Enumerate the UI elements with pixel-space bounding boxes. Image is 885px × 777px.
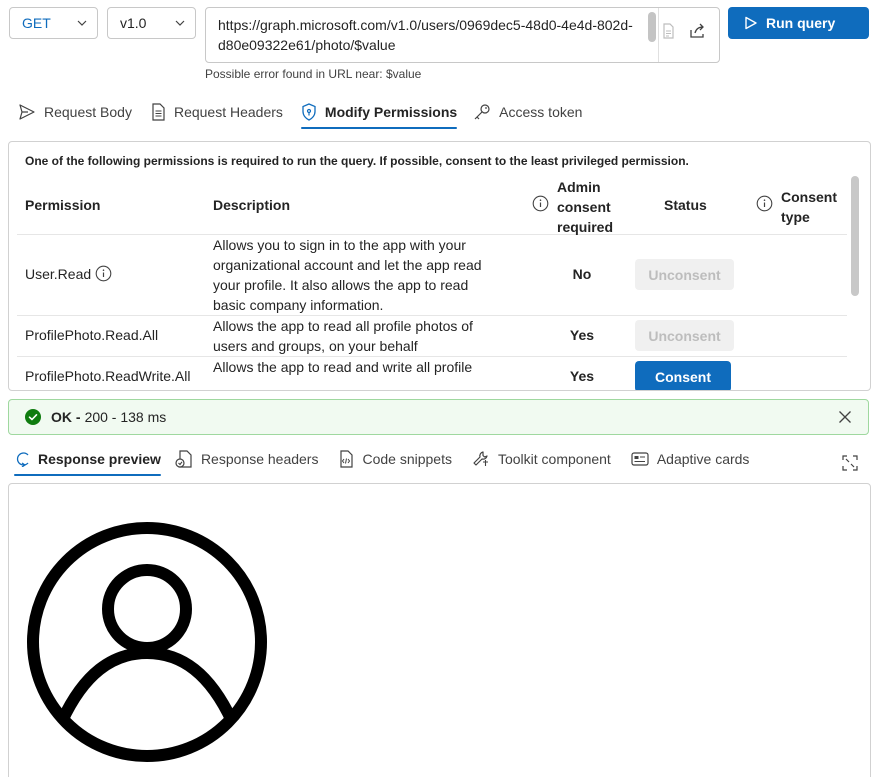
header-admin-consent: Admin consent required — [557, 177, 613, 237]
response-preview-pane — [8, 483, 871, 777]
url-input[interactable]: https://graph.microsoft.com/v1.0/users/0… — [205, 7, 720, 63]
info-icon[interactable] — [532, 195, 549, 212]
document-icon — [152, 103, 165, 121]
permission-name-cell: ProfilePhoto.ReadWrite.All — [25, 368, 190, 384]
run-query-button[interactable]: Run query — [728, 7, 869, 39]
tab-request-body[interactable]: Request Body — [18, 97, 132, 127]
admin-consent-value: No — [572, 266, 592, 282]
permissions-table-header: Permission Description Admin consent req… — [17, 175, 847, 235]
tab-label: Adaptive cards — [656, 451, 750, 467]
status-detail: 200 - 138 ms — [84, 409, 167, 425]
status-ok-label: OK - — [51, 409, 81, 425]
send-icon — [19, 104, 35, 120]
unconsent-button[interactable]: Unconsent — [635, 320, 734, 351]
admin-consent-value: Yes — [569, 327, 595, 343]
preview-icon — [16, 452, 29, 467]
tab-label: Request Body — [44, 104, 132, 120]
header-permission: Permission — [25, 197, 101, 213]
tab-access-token[interactable]: Access token — [473, 97, 582, 127]
http-method-value: GET — [22, 15, 51, 31]
run-query-label: Run query — [766, 15, 836, 31]
info-icon[interactable] — [95, 265, 112, 282]
header-status: Status — [664, 197, 707, 213]
header-consent-line: Consent — [781, 189, 837, 205]
request-tabs: Request Body Request Headers Modify Perm… — [18, 97, 582, 129]
header-admin-line: consent — [557, 199, 611, 215]
permission-description: Allows you to sign in to the app with yo… — [213, 237, 482, 313]
share-icon[interactable] — [687, 21, 707, 41]
close-icon[interactable] — [838, 410, 852, 424]
tab-label: Modify Permissions — [324, 104, 458, 120]
header-consent-type: Consent type — [781, 187, 837, 227]
header-description: Description — [213, 197, 291, 213]
tab-response-preview[interactable]: Response preview — [14, 444, 161, 476]
header-consent-line: type — [781, 209, 810, 225]
code-icon — [340, 450, 354, 468]
key-icon — [474, 104, 490, 120]
http-method-select[interactable]: GET — [9, 7, 98, 39]
unconsent-button[interactable]: Unconsent — [635, 259, 734, 290]
tab-toolkit-component[interactable]: Toolkit component — [472, 444, 611, 474]
tab-request-headers[interactable]: Request Headers — [150, 97, 283, 127]
permission-row: ProfilePhoto.ReadWrite.All Allows the ap… — [17, 357, 847, 390]
tab-label: Toolkit component — [497, 451, 611, 467]
tab-label: Code snippets — [362, 451, 452, 467]
shield-icon — [302, 103, 316, 121]
expand-icon[interactable] — [842, 455, 858, 471]
admin-consent-value: Yes — [569, 368, 595, 384]
response-tabs: Response preview Response headers Code s… — [14, 444, 750, 476]
consent-button[interactable]: Consent — [635, 361, 731, 390]
permissions-note: One of the following permissions is requ… — [25, 154, 689, 168]
version-select[interactable]: v1.0 — [107, 7, 196, 39]
permission-name: ProfilePhoto.Read.All — [25, 327, 159, 343]
version-value: v1.0 — [120, 15, 147, 31]
permission-name-cell: ProfilePhoto.Read.All — [25, 327, 158, 343]
permission-name: User.Read — [25, 265, 92, 282]
info-icon[interactable] — [756, 195, 773, 212]
success-check-icon — [25, 409, 41, 425]
permission-description: Allows the app to read all profile photo… — [213, 318, 473, 354]
chevron-down-icon — [77, 20, 87, 26]
permission-row: User.Read Allows you to sign in to the a… — [17, 235, 847, 316]
card-icon — [631, 452, 649, 466]
permission-name-cell: User.Read — [25, 265, 112, 282]
permission-row: ProfilePhoto.Read.All Allows the app to … — [17, 316, 847, 357]
user-avatar-icon — [27, 522, 267, 762]
permission-name: ProfilePhoto.ReadWrite.All — [25, 368, 191, 384]
document-icon[interactable] — [658, 21, 678, 41]
tab-label: Request Headers — [173, 104, 283, 120]
tab-modify-permissions[interactable]: Modify Permissions — [300, 97, 458, 129]
tab-label: Access token — [499, 104, 583, 120]
tab-adaptive-cards[interactable]: Adaptive cards — [631, 444, 750, 474]
status-message-bar: OK - 200 - 138 ms — [8, 399, 869, 435]
permissions-scrollbar[interactable] — [851, 176, 859, 296]
play-icon — [745, 16, 757, 30]
permission-description: Allows the app to read and write all pro… — [213, 359, 473, 375]
tab-label: Response preview — [38, 451, 161, 467]
header-admin-line: Admin — [557, 179, 601, 195]
toolkit-icon — [473, 451, 488, 466]
url-scrollbar[interactable] — [648, 12, 656, 42]
headers-icon — [175, 450, 192, 468]
header-admin-line: required — [557, 219, 614, 235]
tab-code-snippets[interactable]: Code snippets — [338, 444, 452, 474]
tab-label: Response headers — [200, 451, 319, 467]
url-text[interactable]: https://graph.microsoft.com/v1.0/users/0… — [218, 15, 638, 55]
tab-response-headers[interactable]: Response headers — [175, 444, 319, 474]
chevron-down-icon — [175, 20, 185, 26]
permissions-panel: One of the following permissions is requ… — [8, 141, 871, 391]
url-error-hint: Possible error found in URL near: $value — [205, 67, 422, 81]
